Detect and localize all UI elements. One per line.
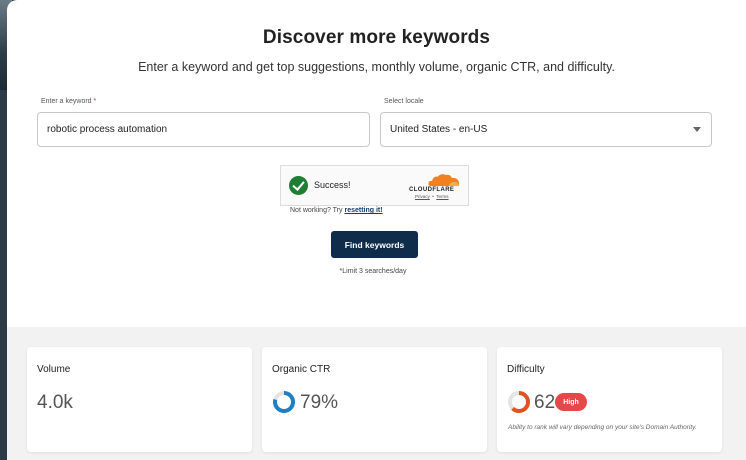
page-subtitle: Enter a keyword and get top suggestions,…	[138, 60, 615, 74]
cloudflare-captcha-widget[interactable]: Success! CLOUDFLARE Privacy • Terms	[280, 165, 469, 206]
captcha-links: Privacy • Terms	[415, 194, 449, 199]
organic-ctr-card: Organic CTR 79%	[262, 347, 487, 452]
page-title: Discover more keywords	[262, 27, 491, 48]
captcha-help: Not working? Try resetting it!	[290, 207, 383, 214]
required-marker: *	[93, 98, 97, 105]
difficulty-card: Difficulty 62 High Ability to rank will …	[497, 347, 722, 452]
captcha-privacy-link[interactable]: Privacy	[415, 194, 430, 199]
locale-select-value: United States - en-US	[390, 124, 488, 135]
difficulty-label: Difficulty	[507, 364, 545, 375]
volume-card: Volume 4.0k	[27, 347, 252, 452]
reset-captcha-link[interactable]: resetting it!	[344, 207, 382, 214]
keyword-label: Enter a keyword *	[41, 98, 96, 105]
captcha-status: Success!	[314, 180, 351, 190]
search-card: Discover more keywords Enter a keyword a…	[7, 0, 746, 327]
cloudflare-wordmark: CLOUDFLARE	[409, 187, 455, 193]
captcha-help-text: Not working? Try	[290, 207, 343, 214]
captcha-terms-link[interactable]: Terms	[436, 194, 448, 199]
volume-label: Volume	[37, 364, 71, 375]
difficulty-value: 62	[534, 392, 556, 413]
difficulty-badge: High	[555, 393, 587, 411]
captcha-link-separator: •	[432, 194, 434, 199]
organic-ctr-value: 79%	[300, 392, 339, 413]
difficulty-donut-icon	[508, 391, 530, 413]
find-keywords-button[interactable]: Find keywords	[331, 231, 418, 258]
locale-select[interactable]: United States - en-US	[380, 112, 712, 147]
check-circle-icon	[289, 176, 308, 195]
volume-value: 4.0k	[37, 392, 73, 413]
cloudflare-logo-icon	[428, 174, 460, 186]
keyword-input-value: robotic process automation	[47, 124, 168, 135]
keyword-label-text: Enter a keyword	[41, 98, 92, 105]
organic-ctr-label: Organic CTR	[272, 364, 331, 375]
ctr-donut-icon	[273, 391, 295, 413]
limit-note: *Limit 3 searches/day	[339, 268, 407, 275]
locale-label: Select locale	[384, 98, 424, 105]
difficulty-note: Ability to rank will vary depending on y…	[508, 424, 697, 431]
keyword-input[interactable]: robotic process automation	[37, 112, 370, 147]
chevron-down-icon	[693, 127, 701, 132]
